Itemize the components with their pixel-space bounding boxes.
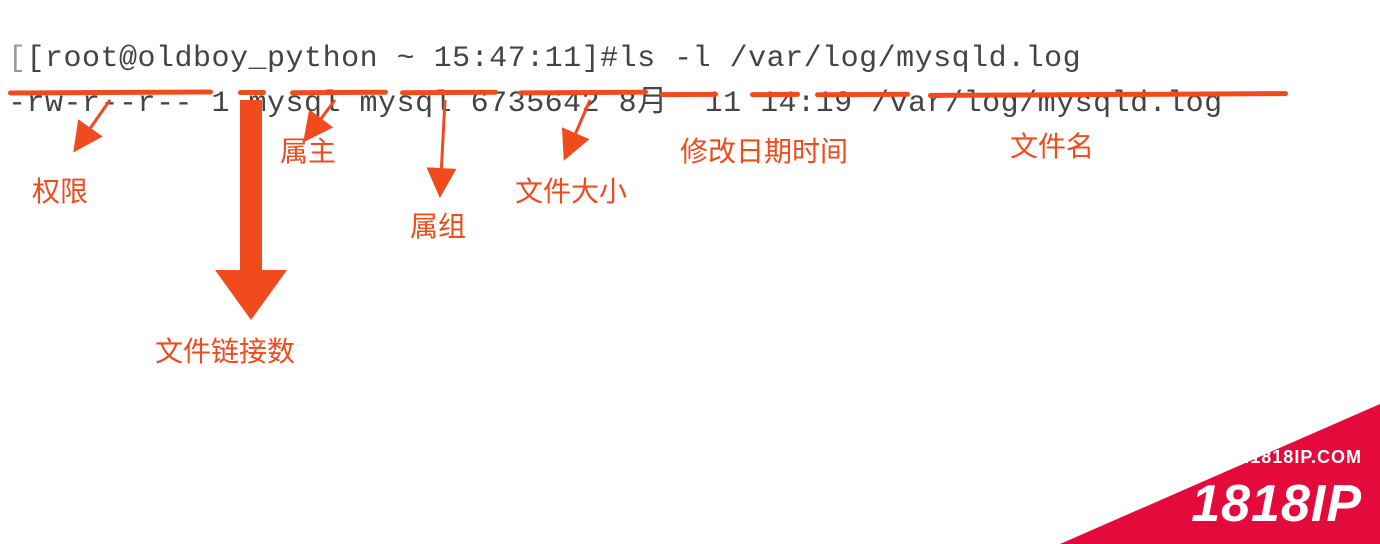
underline-owner	[290, 90, 388, 96]
terminal-block: [[root@oldboy_python ~ 15:47:11]#ls -l /…	[8, 8, 1223, 121]
cursor-mark: [	[8, 42, 27, 76]
underline-date-c	[815, 92, 910, 97]
underline-date-b	[750, 92, 800, 97]
diagram-canvas: [[root@oldboy_python ~ 15:47:11]#ls -l /…	[0, 0, 1380, 544]
big-arrow-icon	[215, 100, 287, 320]
underline-group	[400, 90, 498, 96]
label-mtime: 修改日期时间	[680, 130, 848, 170]
label-size: 文件大小	[515, 170, 627, 210]
watermark-url: WWW.1818IP.COM	[1191, 447, 1362, 468]
watermark-brand: 1818IP	[1191, 474, 1362, 534]
label-group: 属组	[410, 205, 466, 245]
label-filename: 文件名	[1010, 125, 1094, 165]
term-line1: [root@oldboy_python ~ 15:47:11]#ls -l /v…	[27, 42, 1082, 76]
underline-date-a	[660, 92, 718, 97]
label-owner: 属主	[280, 130, 336, 170]
underline-links	[238, 90, 266, 95]
underline-size	[518, 90, 648, 96]
label-links: 文件链接数	[155, 330, 295, 370]
underline-filename	[928, 91, 1288, 98]
label-permissions: 权限	[32, 170, 88, 210]
